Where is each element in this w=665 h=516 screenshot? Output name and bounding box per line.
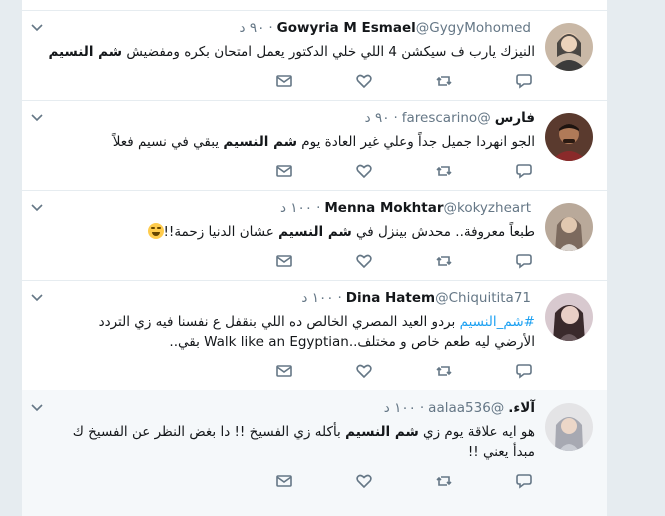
tweet-handle[interactable]: @farescarino xyxy=(402,110,491,126)
retweet-icon[interactable] xyxy=(435,362,455,382)
tweet-fullname[interactable]: Menna Mokhtar xyxy=(324,200,443,216)
avatar[interactable] xyxy=(545,203,593,251)
search-term-highlight: شم النسيم xyxy=(345,424,419,440)
direct-message-icon[interactable] xyxy=(275,162,295,182)
retweet-icon[interactable] xyxy=(435,72,455,92)
tweet-text-part: عشان الدنيا زحمة!! xyxy=(163,224,279,240)
avatar[interactable] xyxy=(545,23,593,71)
reply-icon[interactable] xyxy=(515,362,535,382)
tweet-text-part: طبعاً معروفة.. محدش بينزل في xyxy=(351,224,535,240)
tweet-fullname[interactable]: Gowyria M Esmael xyxy=(277,20,416,36)
retweet-icon[interactable] xyxy=(435,162,455,182)
tweet-text: الجو انهردا جميل جداً وعلي غير العادة يو… xyxy=(32,132,535,152)
chevron-down-icon[interactable] xyxy=(30,289,44,302)
reply-icon[interactable] xyxy=(515,252,535,272)
tweet-text-part: الجو انهردا جميل جداً وعلي غير العادة يو… xyxy=(297,134,535,150)
tweet-item[interactable]: فارس@farescarino·٩٠ د الجو انهردا جميل ج… xyxy=(22,100,607,191)
tweet-actions xyxy=(22,72,607,94)
chevron-down-icon[interactable] xyxy=(30,19,44,32)
separator-dot: · xyxy=(419,400,425,416)
heart-icon[interactable] xyxy=(355,252,375,272)
avatar[interactable] xyxy=(545,113,593,161)
heart-icon[interactable] xyxy=(355,72,375,92)
tweet-text-line: مبدأ يعني !! xyxy=(467,444,535,460)
retweet-icon[interactable] xyxy=(435,252,455,272)
retweet-icon[interactable] xyxy=(435,472,455,492)
separator-dot: · xyxy=(337,290,342,306)
tweet-item[interactable]: Gowyria M Esmael@GygyMohomed ·٩٠ د النيزك… xyxy=(22,10,607,101)
tweet-fullname[interactable]: Dina Hatem xyxy=(346,290,435,306)
avatar[interactable] xyxy=(545,293,593,341)
tweet-text-part: بأكله زي الفسيخ !! دا بغض النظر عن الفسي… xyxy=(72,424,346,440)
tweet-item[interactable]: Dina Hatem@Chiquitita71 ·١٠٠ د #شم_النسيم… xyxy=(22,280,607,391)
tweet-header: فارس@farescarino·٩٠ د xyxy=(62,110,535,126)
direct-message-icon[interactable] xyxy=(275,362,295,382)
tweet-text: هو ايه علاقة يوم زي شم النسيم بأكله زي ا… xyxy=(32,422,535,462)
tweet-actions xyxy=(22,252,607,274)
heart-icon[interactable] xyxy=(355,362,375,382)
tweet-handle[interactable]: @GygyMohomed xyxy=(416,20,531,36)
tweet-fullname[interactable]: آلاء. xyxy=(508,400,535,416)
chevron-down-icon[interactable] xyxy=(30,199,44,212)
direct-message-icon[interactable] xyxy=(275,252,295,272)
tweet-fullname[interactable]: فارس xyxy=(495,110,535,126)
tweet-handle[interactable]: @aalaa536 xyxy=(428,400,504,416)
tweet-actions xyxy=(22,162,607,184)
tweet-timestamp[interactable]: ٩٠ د xyxy=(240,20,265,36)
search-term-highlight: شم النسيم xyxy=(223,134,297,150)
tweet-text-line: #شم_النسيم بردو العيد المصري الخالص ده ا… xyxy=(32,312,535,332)
tweet-actions xyxy=(22,362,607,384)
tweet-text: النيزك يارب ف سيكشن 4 اللي خلي الدكتور ي… xyxy=(32,42,535,62)
chevron-down-icon[interactable] xyxy=(30,399,44,412)
search-term-highlight: شم النسيم xyxy=(48,44,123,60)
reply-icon[interactable] xyxy=(515,162,535,182)
tweet-header: Dina Hatem@Chiquitita71 ·١٠٠ د xyxy=(62,290,535,306)
search-term-highlight: شم النسيم xyxy=(278,224,352,240)
tweet-handle[interactable]: @kokyzheart xyxy=(444,200,532,216)
separator-dot: · xyxy=(316,200,321,216)
separator-dot: · xyxy=(268,20,273,36)
avatar[interactable] xyxy=(545,403,593,451)
tweet-timestamp[interactable]: ٩٠ د xyxy=(365,110,390,126)
laughing-emoji-icon xyxy=(147,223,164,239)
tweet-timestamp[interactable]: ١٠٠ د xyxy=(280,200,312,216)
hashtag-link[interactable]: #شم_النسيم xyxy=(460,314,535,330)
tweet-header: آلاء.@aalaa536·١٠٠ د xyxy=(62,400,535,416)
tweet-text-part: هو ايه علاقة يوم زي xyxy=(418,424,535,440)
tweet-handle[interactable]: @Chiquitita71 xyxy=(435,290,531,306)
tweet-text-line: الأرضي ليه طعم خاص و مختلف..Walk like an… xyxy=(169,334,535,350)
reply-icon[interactable] xyxy=(515,72,535,92)
tweet-text: #شم_النسيم بردو العيد المصري الخالص ده ا… xyxy=(32,312,535,352)
direct-message-icon[interactable] xyxy=(275,72,295,92)
direct-message-icon[interactable] xyxy=(275,472,295,492)
tweet-text-part: بردو العيد المصري الخالص ده اللي بنقفل ع… xyxy=(98,314,460,330)
chevron-down-icon[interactable] xyxy=(30,109,44,122)
separator-dot: · xyxy=(393,110,398,126)
reply-icon[interactable] xyxy=(515,472,535,492)
tweet-timestamp[interactable]: ١٠٠ د xyxy=(384,400,416,416)
heart-icon[interactable] xyxy=(355,472,375,492)
tweet-actions xyxy=(22,472,607,494)
tweet-text-part: يبقي في نسيم فعلاً xyxy=(112,134,224,150)
heart-icon[interactable] xyxy=(355,162,375,182)
tweet-header: Menna Mokhtar@kokyzheart ·١٠٠ د xyxy=(62,200,535,216)
tweet-text-part: النيزك يارب ف سيكشن 4 اللي خلي الدكتور ي… xyxy=(122,44,535,60)
tweet-timestamp[interactable]: ١٠٠ د xyxy=(301,290,333,306)
tweet-item[interactable]: آلاء.@aalaa536·١٠٠ د هو ايه علاقة يوم زي… xyxy=(22,390,607,516)
tweet-header: Gowyria M Esmael@GygyMohomed ·٩٠ د xyxy=(62,20,535,36)
tweet-text: طبعاً معروفة.. محدش بينزل في شم النسيم ع… xyxy=(32,222,535,242)
tweet-text-line: هو ايه علاقة يوم زي شم النسيم بأكله زي ا… xyxy=(32,422,535,442)
tweet-item[interactable]: Menna Mokhtar@kokyzheart ·١٠٠ د طبعاً معر… xyxy=(22,190,607,281)
timeline: Gowyria M Esmael@GygyMohomed·٩٠ د النيزك… xyxy=(21,0,608,516)
